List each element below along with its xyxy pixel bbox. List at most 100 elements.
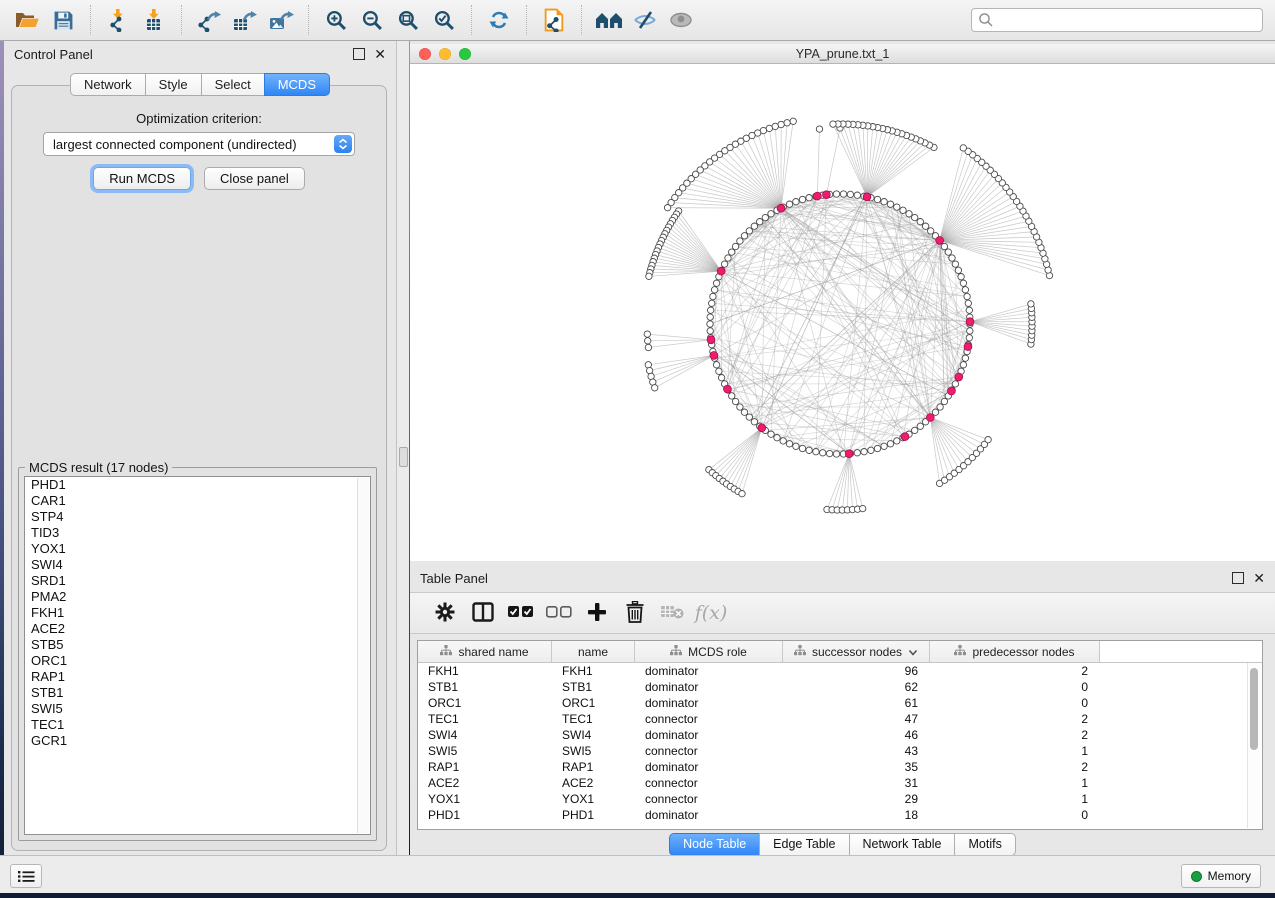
table-scrollbar[interactable] (1247, 663, 1261, 828)
column-header-MCDS-role[interactable]: MCDS role (635, 641, 783, 662)
table-row[interactable]: STB1STB1dominator620 (418, 679, 1262, 695)
table-row[interactable]: TEC1TEC1connector472 (418, 711, 1262, 727)
table-row[interactable]: SWI4SWI4dominator462 (418, 727, 1262, 743)
list-item[interactable]: YOX1 (25, 541, 370, 557)
check-off-button[interactable] (542, 597, 576, 629)
column-header-name[interactable]: name (552, 641, 635, 662)
float-panel-icon[interactable] (353, 48, 365, 60)
fx-button[interactable]: f(x) (694, 597, 728, 629)
share-document-button[interactable] (536, 5, 572, 35)
table-row[interactable]: RAP1RAP1dominator352 (418, 759, 1262, 775)
import-table-icon (143, 9, 166, 32)
houses-button[interactable] (591, 5, 627, 35)
close-panel-icon[interactable]: ✕ (374, 49, 386, 59)
list-item[interactable]: PHD1 (25, 477, 370, 493)
tab-mcds[interactable]: MCDS (264, 73, 330, 96)
zoom-out-button[interactable] (354, 5, 390, 35)
check-off-icon (546, 606, 572, 621)
eye-button[interactable] (663, 5, 699, 35)
list-item[interactable]: GCR1 (25, 733, 370, 749)
trash-icon (626, 601, 644, 626)
list-item[interactable]: TEC1 (25, 717, 370, 733)
panel-splitter[interactable] (397, 41, 409, 855)
cell-name: PHD1 (552, 808, 635, 822)
export-table-button[interactable] (227, 5, 263, 35)
list-item[interactable]: SWI5 (25, 701, 370, 717)
list-item[interactable]: STB5 (25, 637, 370, 653)
table-row[interactable]: FKH1FKH1dominator962 (418, 663, 1262, 679)
tab-style[interactable]: Style (145, 73, 202, 96)
import-network-button[interactable] (100, 5, 136, 35)
cell-predecessor_nodes: 1 (930, 776, 1100, 790)
split-panel-button[interactable] (466, 597, 500, 629)
column-header-successor-nodes[interactable]: successor nodes (783, 641, 930, 662)
tab-network-table[interactable]: Network Table (849, 833, 956, 856)
refresh-button[interactable] (481, 5, 517, 35)
houses-icon (595, 10, 623, 30)
tab-motifs[interactable]: Motifs (954, 833, 1015, 856)
network-graph[interactable] (410, 64, 1275, 561)
trash-button[interactable] (618, 597, 652, 629)
table-scrollbar-thumb[interactable] (1250, 668, 1258, 750)
cell-name: SWI5 (552, 744, 635, 758)
task-history-button[interactable] (10, 864, 42, 888)
list-item[interactable]: CAR1 (25, 493, 370, 509)
export-image-button[interactable] (263, 5, 299, 35)
cell-successor_nodes: 43 (783, 744, 930, 758)
list-item[interactable]: STP4 (25, 509, 370, 525)
control-panel-tabs: NetworkStyleSelectMCDS (4, 73, 396, 96)
splitter-handle-icon[interactable] (399, 447, 408, 467)
list-item[interactable]: SWI4 (25, 557, 370, 573)
table-row[interactable]: ACE2ACE2connector311 (418, 775, 1262, 791)
import-table-button[interactable] (136, 5, 172, 35)
main-area: Control Panel ✕ Optimization criterion: … (0, 41, 1275, 855)
list-item[interactable]: PMA2 (25, 589, 370, 605)
run-mcds-button[interactable]: Run MCDS (93, 167, 191, 190)
column-header-shared-name[interactable]: shared name (418, 641, 552, 662)
gear-button[interactable] (428, 597, 462, 629)
memory-button[interactable]: Memory (1181, 864, 1261, 888)
table-delete-icon (661, 604, 685, 623)
float-table-panel-icon[interactable] (1232, 572, 1244, 584)
network-window-title: YPA_prune.txt_1 (410, 47, 1275, 61)
list-item[interactable]: RAP1 (25, 669, 370, 685)
list-item[interactable]: ACE2 (25, 621, 370, 637)
tab-edge-table[interactable]: Edge Table (759, 833, 849, 856)
table-delete-button[interactable] (656, 597, 690, 629)
cell-name: SWI4 (552, 728, 635, 742)
list-item[interactable]: FKH1 (25, 605, 370, 621)
close-table-panel-icon[interactable]: ✕ (1253, 573, 1265, 583)
table-row[interactable]: SWI5SWI5connector431 (418, 743, 1262, 759)
table-row[interactable]: YOX1YOX1connector291 (418, 791, 1262, 807)
export-network-button[interactable] (191, 5, 227, 35)
list-item[interactable]: ORC1 (25, 653, 370, 669)
zoom-in-button[interactable] (318, 5, 354, 35)
control-panel-title: Control Panel (14, 47, 93, 62)
network-canvas[interactable] (410, 64, 1275, 561)
list-item[interactable]: SRD1 (25, 573, 370, 589)
close-panel-button[interactable]: Close panel (204, 167, 305, 190)
table-row[interactable]: PHD1PHD1dominator180 (418, 807, 1262, 823)
check-on-button[interactable] (504, 597, 538, 629)
cell-shared_name: ORC1 (418, 696, 552, 710)
column-label: name (578, 645, 608, 659)
search-input[interactable] (971, 8, 1263, 32)
save-button[interactable] (45, 5, 81, 35)
zoom-fit-button[interactable] (390, 5, 426, 35)
table-row[interactable]: ORC1ORC1dominator610 (418, 695, 1262, 711)
column-header-predecessor-nodes[interactable]: predecessor nodes (930, 641, 1100, 662)
folder-open-button[interactable] (9, 5, 45, 35)
optimization-criterion-select[interactable]: largest connected component (undirected) (43, 132, 355, 156)
plus-button[interactable] (580, 597, 614, 629)
cell-successor_nodes: 29 (783, 792, 930, 806)
result-list-scrollbar[interactable] (357, 478, 369, 833)
list-item[interactable]: STB1 (25, 685, 370, 701)
tab-select[interactable]: Select (201, 73, 265, 96)
eye-slash-button[interactable] (627, 5, 663, 35)
list-item[interactable]: TID3 (25, 525, 370, 541)
criterion-value: largest connected component (undirected) (53, 137, 297, 152)
cell-shared_name: TEC1 (418, 712, 552, 726)
zoom-selected-button[interactable] (426, 5, 462, 35)
tab-node-table[interactable]: Node Table (669, 833, 760, 856)
tab-network[interactable]: Network (70, 73, 146, 96)
